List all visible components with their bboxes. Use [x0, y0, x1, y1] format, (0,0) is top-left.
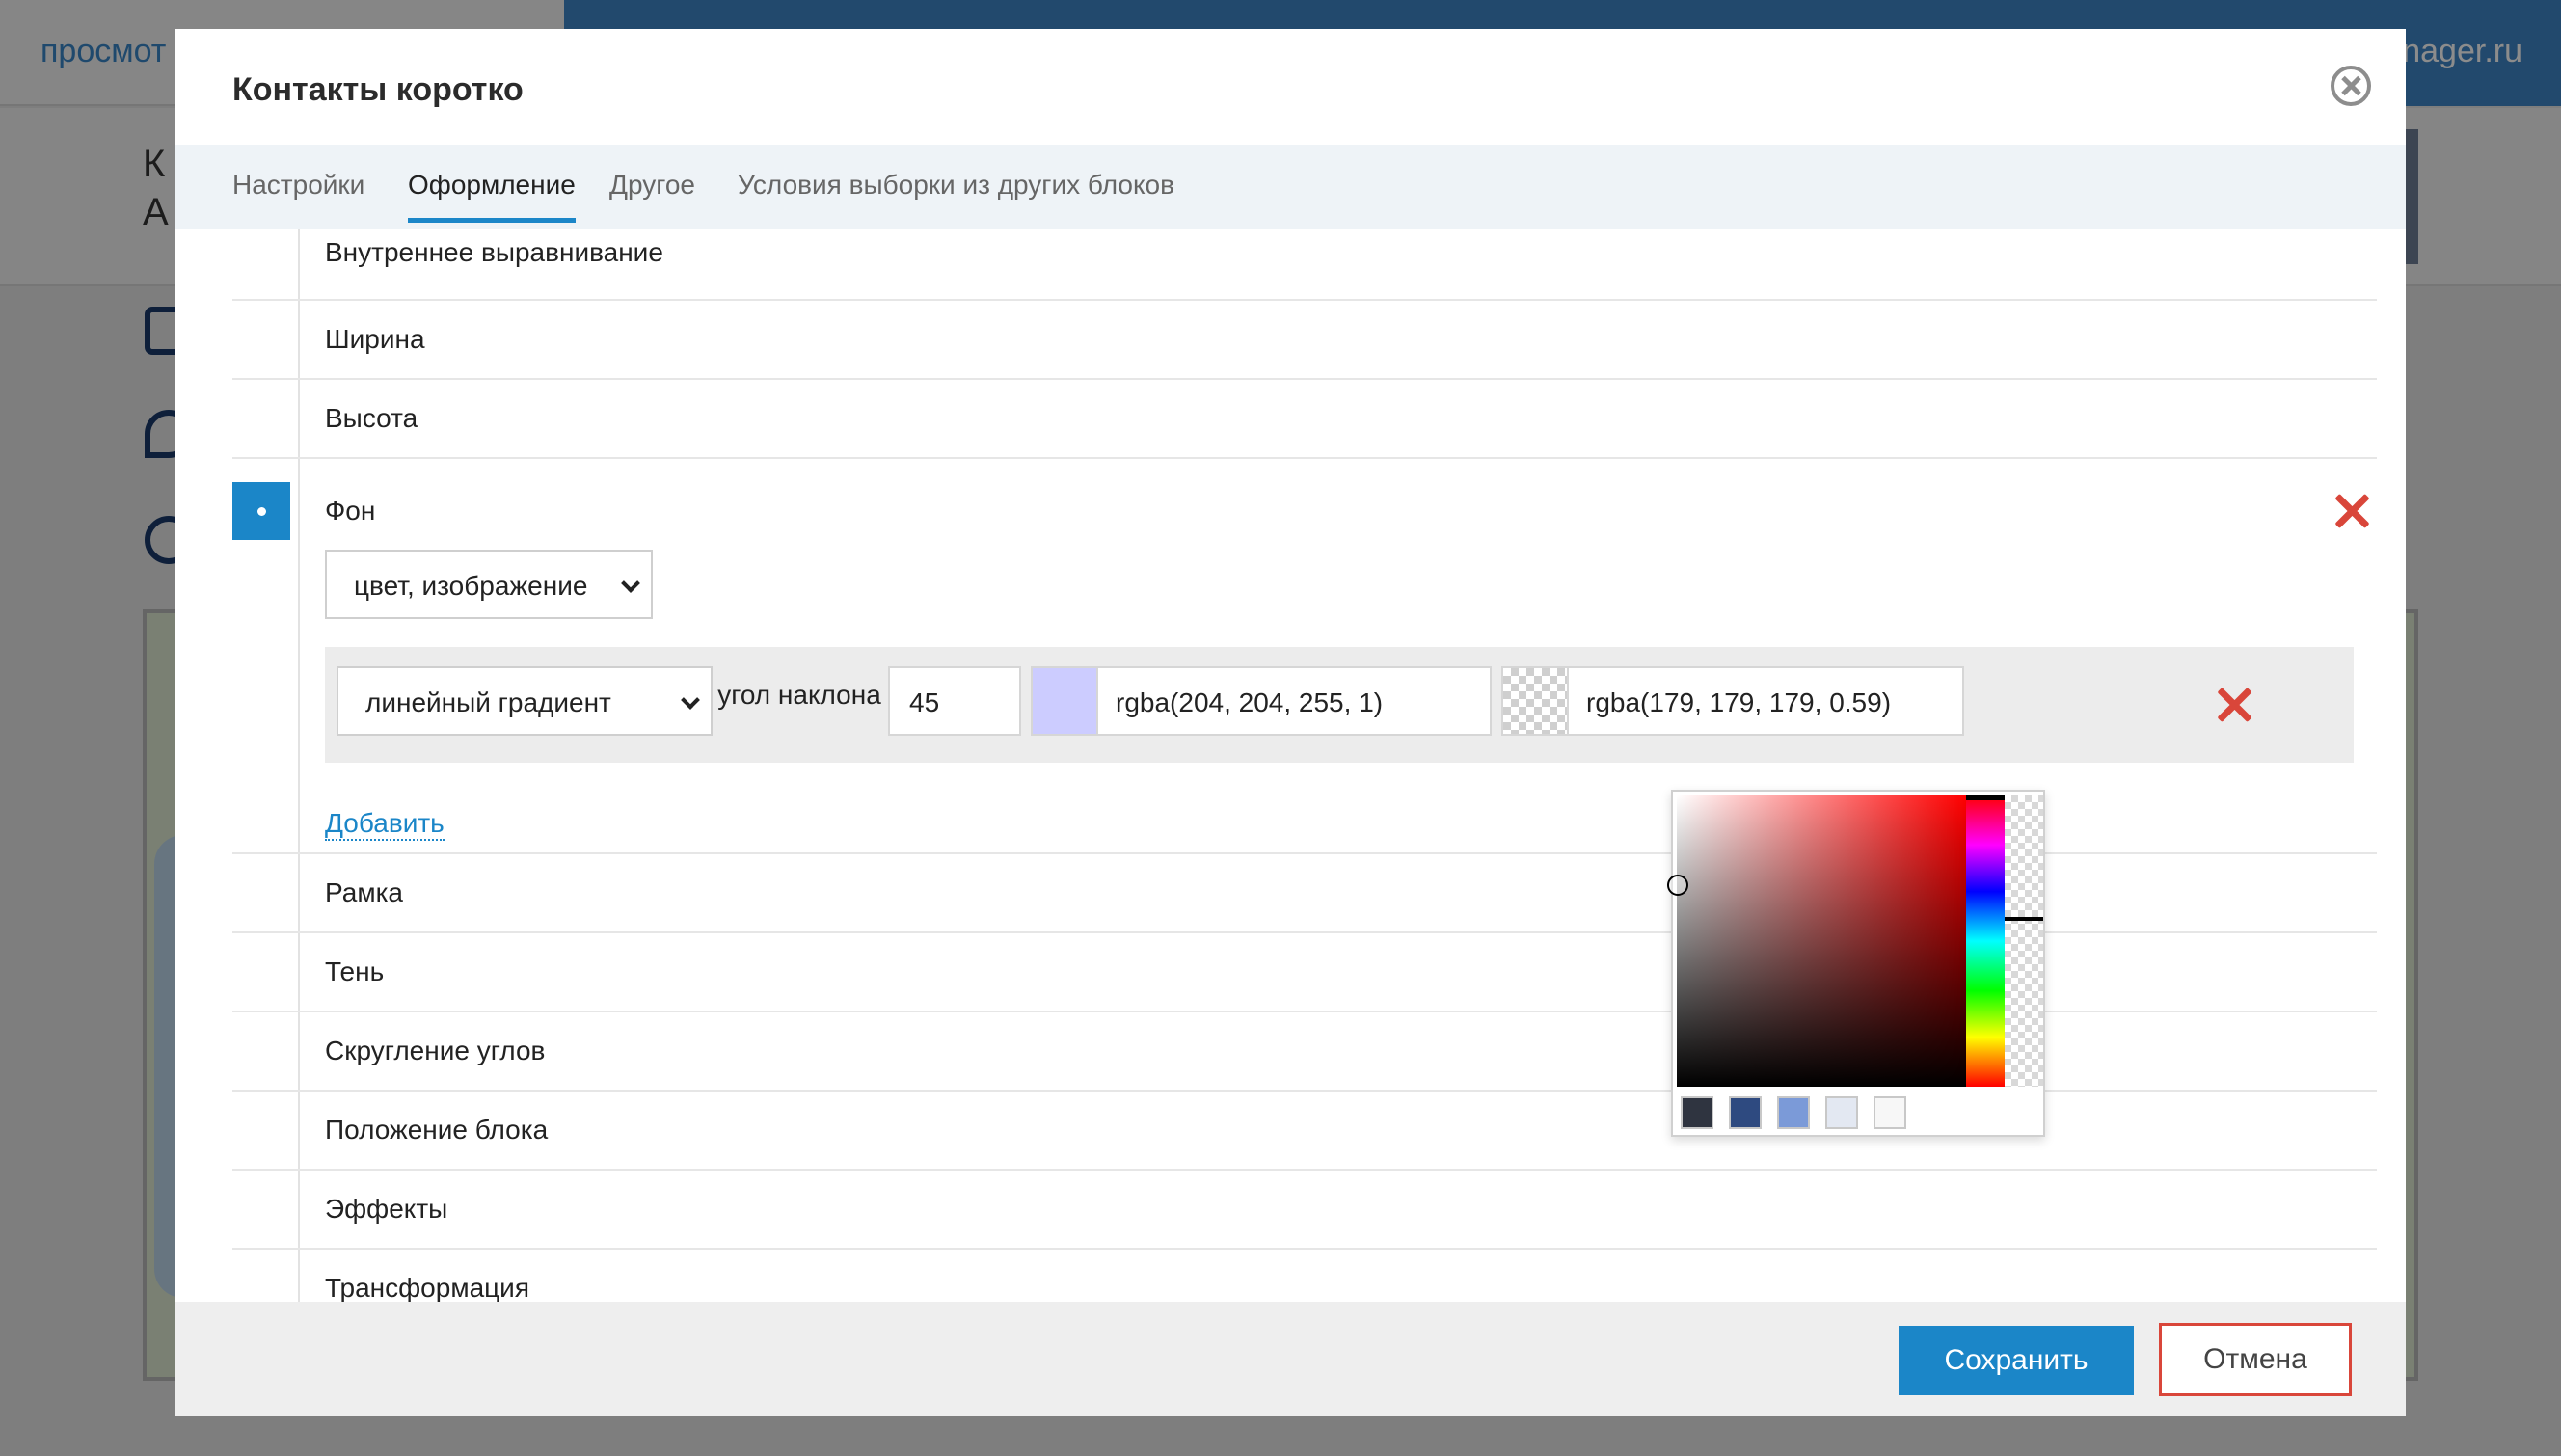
palette-swatch[interactable] [1874, 1096, 1906, 1129]
chevron-down-icon [681, 690, 700, 710]
gradient-type-select[interactable]: линейный градиент [337, 666, 713, 736]
row-label: Скругление углов [325, 1036, 546, 1065]
tab-selection-conditions[interactable]: Условия выборки из других блоков [738, 170, 1174, 218]
row-corner-radius[interactable]: Скругление углов [232, 1012, 2377, 1092]
row-border[interactable]: Рамка [232, 854, 2377, 933]
palette-swatch[interactable] [1825, 1096, 1858, 1129]
color1-value: rgba(204, 204, 255, 1) [1116, 688, 1384, 717]
color2-swatch[interactable] [1501, 666, 1569, 736]
color1-swatch[interactable] [1031, 666, 1098, 736]
row-background: Фон цвет, изображение линейный градиент … [232, 471, 2377, 854]
angle-value: 45 [909, 688, 940, 717]
row-label: Ширина [325, 324, 425, 354]
active-row-marker[interactable] [232, 482, 290, 540]
gradient-type-value: линейный градиент [365, 688, 611, 717]
row-inner-alignment[interactable]: Внутреннее выравнивание [232, 229, 2377, 301]
palette-swatch[interactable] [1729, 1096, 1762, 1129]
color2-value: rgba(179, 179, 179, 0.59) [1586, 688, 1892, 717]
tab-other[interactable]: Другое [609, 170, 695, 218]
modal-footer: Сохранить Отмена [175, 1302, 2406, 1416]
row-label: Внутреннее выравнивание [325, 237, 663, 267]
color-picker [1667, 790, 2045, 1137]
modal-title: Контакты коротко [232, 71, 524, 108]
angle-input[interactable]: 45 [888, 666, 1021, 736]
chevron-down-icon [621, 574, 640, 593]
settings-modal: Контакты коротко Настройки Оформление Др… [175, 29, 2406, 1416]
tab-bar: Настройки Оформление Другое Условия выбо… [175, 145, 2406, 229]
cancel-button[interactable]: Отмена [2159, 1323, 2352, 1396]
remove-background-icon[interactable] [2332, 492, 2371, 530]
row-block-position[interactable]: Положение блока [232, 1092, 2377, 1171]
alpha-slider-handle[interactable] [2005, 917, 2043, 921]
row-effects[interactable]: Эффекты [232, 1171, 2377, 1250]
alpha-slider[interactable] [2005, 795, 2043, 1087]
row-transform[interactable]: Трансформация [232, 1250, 2377, 1302]
row-label: Тень [325, 957, 385, 986]
close-icon[interactable] [2331, 66, 2371, 106]
saturation-value-area[interactable] [1667, 795, 1966, 1087]
design-content: Внутреннее выравнивание Ширина Высота Фо… [232, 229, 2377, 1302]
row-label: Трансформация [325, 1273, 529, 1302]
row-shadow[interactable]: Тень [232, 933, 2377, 1012]
row-height[interactable]: Высота [232, 380, 2377, 459]
add-link[interactable]: Добавить [325, 808, 445, 841]
hue-slider[interactable] [1966, 795, 2005, 1087]
color1-input[interactable]: rgba(204, 204, 255, 1) [1096, 666, 1492, 736]
background-type-select[interactable]: цвет, изображение [325, 550, 653, 619]
angle-label: угол наклона [717, 680, 881, 710]
row-width[interactable]: Ширина [232, 301, 2377, 380]
gradient-panel: линейный градиент угол наклона 45 rgba(2… [325, 647, 2354, 763]
row-label: Фон [325, 496, 376, 526]
save-button[interactable]: Сохранить [1899, 1326, 2134, 1395]
row-label: Положение блока [325, 1115, 549, 1145]
tab-settings[interactable]: Настройки [232, 170, 364, 218]
hue-slider-handle[interactable] [1966, 795, 2005, 800]
tab-design[interactable]: Оформление [408, 170, 576, 223]
remove-gradient-icon[interactable] [2215, 686, 2253, 724]
row-label: Высота [325, 403, 418, 433]
palette-swatch[interactable] [1681, 1096, 1713, 1129]
row-label: Эффекты [325, 1194, 448, 1224]
background-type-value: цвет, изображение [354, 571, 588, 601]
palette-swatch[interactable] [1777, 1096, 1810, 1129]
color2-input[interactable]: rgba(179, 179, 179, 0.59) [1567, 666, 1964, 736]
color-picker-cursor[interactable] [1667, 875, 1688, 896]
row-label: Рамка [325, 877, 404, 907]
